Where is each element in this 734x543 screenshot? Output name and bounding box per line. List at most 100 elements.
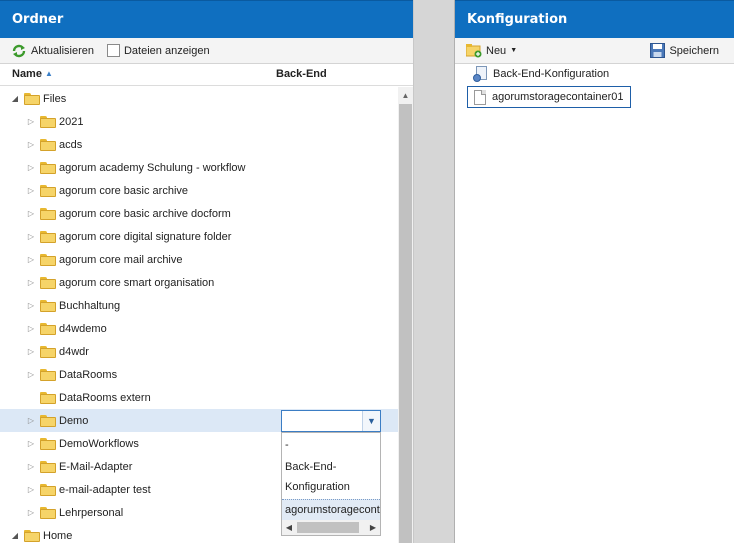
tree-row[interactable]: ▷ agorum academy Schulung - workflow [0,156,398,179]
tree-row-label: agorum core basic archive docform [59,207,231,220]
expand-arrow-icon[interactable]: ▷ [25,462,37,471]
tree-scrollbar[interactable]: ▲ [398,87,413,543]
folder-open-icon [24,92,40,105]
panel-splitter[interactable] [414,0,454,543]
tree-row[interactable]: ▷ agorum core basic archive [0,179,398,202]
tree-row-label: agorum core digital signature folder [59,230,232,243]
tree-row-label: Buchhaltung [59,299,121,312]
collapse-arrow-icon[interactable]: ◢ [9,531,21,540]
column-header: Name ▲ Back-End [0,64,413,86]
folder-icon [40,437,56,450]
expand-arrow-icon[interactable]: ▷ [25,232,37,241]
tree-row[interactable]: ▷ agorum core digital signature folder [0,225,398,248]
expand-arrow-icon[interactable]: ▷ [25,186,37,195]
folder-icon [40,207,56,220]
config-item-backend[interactable]: Back-End-Konfiguration [473,66,609,82]
folder-toolbar: Aktualisieren Dateien anzeigen [0,38,413,64]
folder-icon [40,506,56,519]
column-name[interactable]: Name ▲ [12,68,53,80]
show-files-label[interactable]: Dateien anzeigen [124,45,210,57]
new-label: Neu [486,44,507,57]
tree-row-label: acds [59,138,83,151]
show-files-checkbox[interactable] [106,44,120,57]
sort-ascending-icon: ▲ [44,69,53,78]
folder-open-icon [24,529,40,542]
tree-row-label: d4wdr [59,345,89,358]
expand-arrow-icon[interactable]: ▷ [25,255,37,264]
config-item-container[interactable]: agorumstoragecontainer01 [467,86,631,108]
expand-arrow-icon[interactable]: ▷ [25,209,37,218]
backend-dropdown: - Back-End-Konfiguration agorumstorageco… [281,432,381,536]
folder-icon [40,368,56,381]
config-toolbar: Neu ▼ Speichern [455,38,734,64]
expand-arrow-icon[interactable]: ▷ [25,278,37,287]
tree-row[interactable]: ◢ Files [0,87,398,110]
tree-row[interactable]: ▷ 2021 [0,110,398,133]
expand-arrow-icon[interactable]: ▷ [25,117,37,126]
scrollbar-thumb[interactable] [399,104,412,543]
tree-row[interactable]: ▷ DataRooms [0,363,398,386]
tree-row-label: DataRooms extern [59,391,151,404]
folder-icon [40,230,56,243]
dropdown-scroll-thumb[interactable] [297,522,359,533]
column-name-label: Name [12,68,42,80]
expand-arrow-icon[interactable]: ▷ [25,485,37,494]
tree-row-label: Files [43,92,67,105]
tree-row[interactable]: DataRooms extern [0,386,398,409]
folder-icon [40,460,56,473]
chevron-down-icon: ▼ [510,47,518,54]
tree-row-label: DemoWorkflows [59,437,139,450]
folder-icon [40,299,56,312]
folder-icon [40,161,56,174]
expand-arrow-icon[interactable]: ▷ [25,163,37,172]
tree-row-label: agorum core basic archive [59,184,189,197]
folder-icon [40,391,56,404]
folder-icon [40,276,56,289]
config-item-label: Back-End-Konfiguration [493,68,610,80]
expand-arrow-icon[interactable]: ▷ [25,140,37,149]
save-icon [650,43,666,58]
backend-option-config[interactable]: Back-End-Konfiguration [285,457,350,497]
dropdown-hscrollbar[interactable]: ◀ ▶ [282,520,380,535]
tree-row-label: e-mail-adapter test [59,483,151,496]
expand-arrow-icon[interactable]: ▷ [25,508,37,517]
expand-arrow-icon[interactable]: ▷ [25,347,37,356]
scroll-up-icon[interactable]: ▲ [398,87,413,104]
new-button[interactable]: Neu ▼ [463,41,520,61]
tree-row[interactable]: ▷ d4wdemo [0,317,398,340]
tree-row-label: d4wdemo [59,322,107,335]
tree-row-label: Lehrpersonal [59,506,124,519]
expand-arrow-icon[interactable]: ▷ [25,416,37,425]
tree-row[interactable]: ▷ agorum core mail archive [0,248,398,271]
column-backend[interactable]: Back-End [276,68,327,80]
expand-arrow-icon[interactable]: ▷ [25,370,37,379]
expand-arrow-icon[interactable]: ▷ [25,439,37,448]
tree-row[interactable]: ▷ d4wdr [0,340,398,363]
refresh-button[interactable]: Aktualisieren [8,41,97,61]
tree-row[interactable]: ▷ Buchhaltung [0,294,398,317]
tree-row-label: agorum core smart organisation [59,276,215,289]
folder-icon [40,322,56,335]
tree-row[interactable]: ▷ agorum core basic archive docform [0,202,398,225]
folder-icon [40,414,56,427]
expand-arrow-icon[interactable]: ▷ [25,301,37,310]
tree-row[interactable]: ▷ acds [0,133,398,156]
tree-row-label: Demo [59,414,89,427]
backend-option-container[interactable]: agorumstoragecontainer01 [282,499,380,521]
scroll-right-icon[interactable]: ▶ [366,520,380,535]
tree-row[interactable]: ▷ agorum core smart organisation [0,271,398,294]
scroll-left-icon[interactable]: ◀ [282,520,296,535]
collapse-arrow-icon[interactable]: ◢ [9,94,21,103]
save-label: Speichern [669,44,719,57]
folder-icon [40,483,56,496]
save-button[interactable]: Speichern [647,41,722,61]
chevron-down-icon[interactable]: ▼ [362,411,380,431]
refresh-icon [12,44,26,57]
folder-icon [40,138,56,151]
expand-arrow-icon[interactable]: ▷ [25,324,37,333]
backend-option-none[interactable]: - [285,435,289,455]
tree-row-label: DataRooms [59,368,118,381]
tree-row-label: 2021 [59,115,84,128]
backend-combo[interactable]: ▼ [281,410,381,432]
folder-icon [40,115,56,128]
